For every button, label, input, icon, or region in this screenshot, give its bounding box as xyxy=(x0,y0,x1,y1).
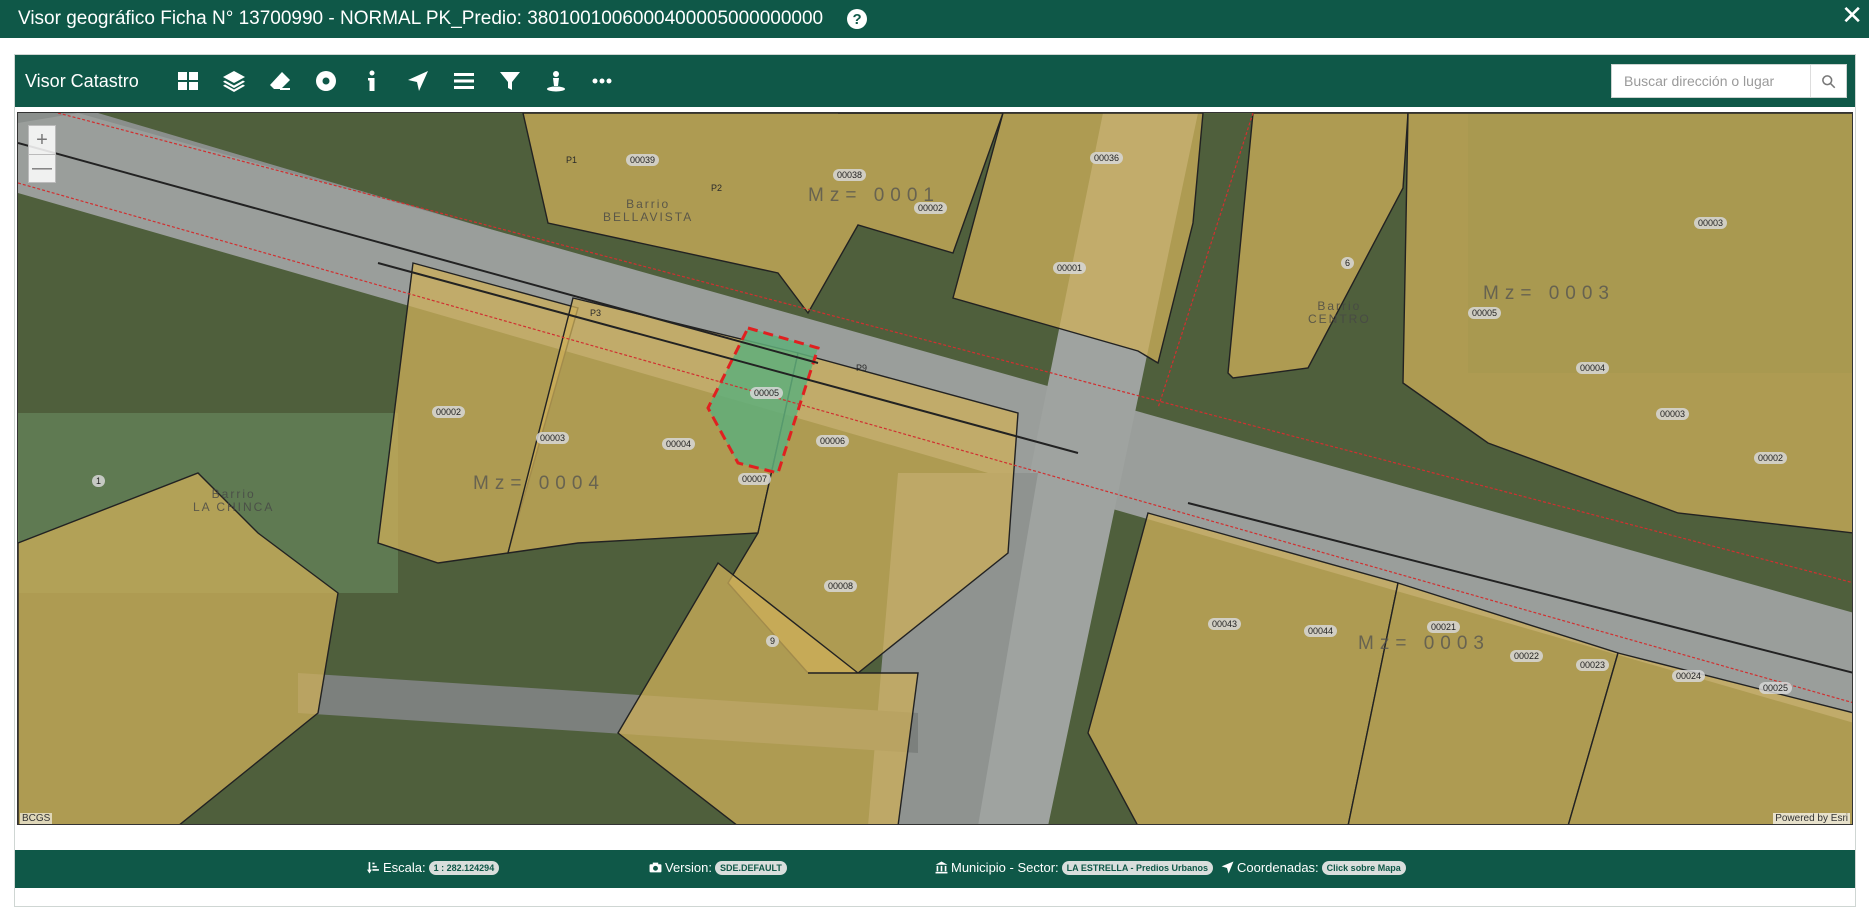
municipio-status: Municipio - Sector: LA ESTRELLA - Predio… xyxy=(935,860,1214,875)
sort-amount-icon xyxy=(367,862,379,874)
map-canvas[interactable]: Mz= 0001 Mz= 0004 Mz= 0003 Mz= 0003 Barr… xyxy=(17,112,1853,825)
person-pin-button[interactable] xyxy=(533,61,579,101)
search-input[interactable] xyxy=(1612,65,1810,97)
app-name: Visor Catastro xyxy=(25,70,139,91)
list-icon xyxy=(453,73,474,89)
lot-number: 00008 xyxy=(824,580,858,592)
lot-number: 00043 xyxy=(1208,618,1242,630)
list-button[interactable] xyxy=(441,61,487,101)
barrio-label: Barrio CENTRO xyxy=(1308,300,1371,326)
lot-number: 00004 xyxy=(662,438,696,450)
part-label: P9 xyxy=(856,363,868,373)
attribution-left: BCGS xyxy=(20,813,53,824)
version-value: SDE.DEFAULT xyxy=(714,860,787,875)
manzana-label: Mz= 0004 xyxy=(473,473,605,494)
eraser-button[interactable] xyxy=(257,61,303,101)
lot-number: 00006 xyxy=(816,435,850,447)
part-label: P2 xyxy=(711,183,723,193)
more-icon xyxy=(592,78,612,84)
info-icon xyxy=(367,70,375,91)
lot-number: 00003 xyxy=(536,432,570,444)
version-status: Version: SDE.DEFAULT xyxy=(649,860,787,875)
barrio-sub: BELLAVISTA xyxy=(603,210,694,224)
barrio-sub: CENTRO xyxy=(1308,312,1371,326)
search-icon xyxy=(1822,74,1836,88)
part-label: P1 xyxy=(566,155,578,165)
coords-label: Coordenadas: xyxy=(1237,860,1319,875)
lot-number: 00039 xyxy=(626,154,660,166)
barrio-sub: LA CHINCA xyxy=(193,500,275,514)
zoom-control: + — xyxy=(28,125,56,183)
lot-number: 00007 xyxy=(738,473,772,485)
help-icon[interactable]: ? xyxy=(847,9,868,29)
attribution-right[interactable]: Powered by Esri xyxy=(1773,813,1850,824)
window-title: Visor geográfico Ficha N° 13700990 - NOR… xyxy=(18,8,824,29)
manzana-label: Mz= 0003 xyxy=(1483,283,1615,304)
eraser-icon xyxy=(269,72,290,90)
lot-number: 00002 xyxy=(914,202,948,214)
barrio-label: Barrio LA CHINCA xyxy=(193,488,274,514)
lot-number: 00036 xyxy=(1090,152,1124,164)
window-title-bar: Visor geográfico Ficha N° 13700990 - NOR… xyxy=(0,0,1869,38)
scale-label: Escala: xyxy=(383,860,426,875)
navigate-icon xyxy=(407,71,428,91)
zoom-in-button[interactable]: + xyxy=(29,126,55,154)
lot-number: 00021 xyxy=(1427,621,1461,633)
lot-number: 9 xyxy=(766,635,780,647)
close-icon[interactable]: ✕ xyxy=(1841,2,1863,28)
lot-number: 00003 xyxy=(1694,217,1728,229)
lot-number: 00001 xyxy=(1053,262,1087,274)
scale-value: 1 : 282.124294 xyxy=(428,860,500,875)
coords-value: Click sobre Mapa xyxy=(1321,860,1406,875)
status-footer: Escala: 1 : 282.124294 Version: SDE.DEFA… xyxy=(15,850,1855,888)
info-button[interactable] xyxy=(349,61,395,101)
lot-number: 00023 xyxy=(1576,659,1610,671)
lot-number: 6 xyxy=(1341,257,1355,269)
location-arrow-icon xyxy=(1221,861,1234,874)
lot-number: 00005 xyxy=(1468,307,1502,319)
grid-button[interactable] xyxy=(165,61,211,101)
lot-number: 00004 xyxy=(1576,362,1610,374)
coords-status: Coordenadas: Click sobre Mapa xyxy=(1221,860,1406,875)
target-icon xyxy=(315,71,336,91)
scale-status: Escala: 1 : 282.124294 xyxy=(367,860,500,875)
lot-number: 00024 xyxy=(1672,670,1706,682)
camera-icon xyxy=(649,862,662,873)
filter-button[interactable] xyxy=(487,61,533,101)
search-box xyxy=(1611,64,1847,98)
layers-button[interactable] xyxy=(211,61,257,101)
manzana-label: Mz= 0003 xyxy=(1358,633,1490,654)
person-pin-icon xyxy=(546,71,565,92)
lot-number: 00003 xyxy=(1656,408,1690,420)
lot-number: 00002 xyxy=(432,406,466,418)
zoom-out-button[interactable]: — xyxy=(29,154,55,182)
municipio-value: LA ESTRELLA - Predios Urbanos xyxy=(1061,860,1214,875)
version-label: Version: xyxy=(665,860,712,875)
layers-icon xyxy=(222,71,245,92)
lot-number: 00022 xyxy=(1510,650,1544,662)
part-label: P3 xyxy=(590,308,602,318)
map-viewer: Visor Catastro Buscar dirección o lugar … xyxy=(14,54,1856,907)
toolbar: Visor Catastro xyxy=(15,55,1855,107)
search-button[interactable] xyxy=(1810,65,1846,97)
lot-number: 00005 xyxy=(750,387,784,399)
lot-number: 00002 xyxy=(1754,452,1788,464)
municipio-label: Municipio - Sector: xyxy=(951,860,1059,875)
lot-number: 00025 xyxy=(1759,682,1793,694)
institution-icon xyxy=(935,861,948,874)
lot-number: 00038 xyxy=(833,169,867,181)
lot-number: 00044 xyxy=(1304,625,1338,637)
map-imagery xyxy=(18,113,1852,824)
barrio-label: Barrio BELLAVISTA xyxy=(603,198,693,224)
navigate-button[interactable] xyxy=(395,61,441,101)
filter-icon xyxy=(499,72,520,90)
grid-icon xyxy=(177,72,198,90)
lot-number: 1 xyxy=(92,475,106,487)
more-button[interactable] xyxy=(579,61,625,101)
target-button[interactable] xyxy=(303,61,349,101)
